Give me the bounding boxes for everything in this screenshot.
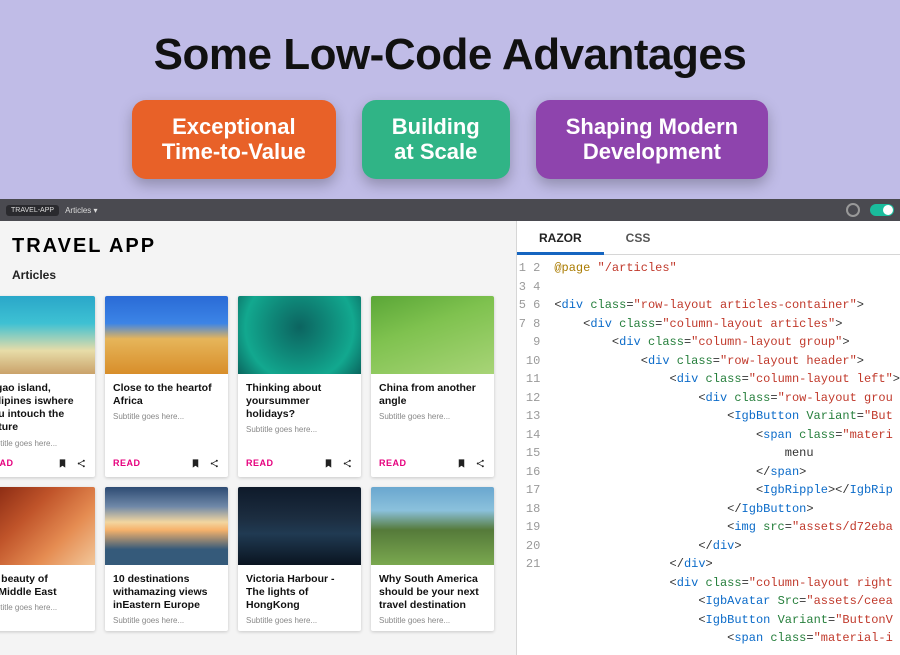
pill-line: at Scale	[392, 139, 480, 164]
bookmark-icon[interactable]	[57, 458, 68, 469]
split-panels: TRAVEL APP Articles argao island, hillip…	[0, 221, 900, 655]
card-grid: argao island, hillipines iswhere you int…	[0, 288, 516, 631]
card-subtitle: Subtitle goes here...	[246, 425, 353, 434]
pill-row: Exceptional Time-to-Value Building at Sc…	[0, 100, 900, 179]
article-card[interactable]: Why South America should be your next tr…	[371, 487, 494, 631]
card-image	[238, 296, 361, 374]
pill-time-to-value: Exceptional Time-to-Value	[132, 100, 336, 179]
bookmark-icon[interactable]	[456, 458, 467, 469]
app-badge: TRAVEL-APP	[6, 205, 59, 216]
card-image	[105, 487, 228, 565]
card-image	[105, 296, 228, 374]
card-subtitle: Subtitle goes here...	[246, 616, 353, 625]
card-subtitle: Subtitle goes here...	[0, 439, 87, 448]
article-card[interactable]: he beauty of heMiddle East Subtitle goes…	[0, 487, 95, 631]
card-subtitle: Subtitle goes here...	[113, 412, 220, 421]
code-content[interactable]: @page "/articles" <div class="row-layout…	[548, 255, 900, 655]
read-button[interactable]: READ	[246, 458, 315, 468]
pill-line: Exceptional	[162, 114, 306, 139]
tab-css[interactable]: CSS	[604, 221, 673, 254]
share-icon[interactable]	[342, 458, 353, 469]
viewport-circle-icon[interactable]	[846, 203, 860, 217]
card-image	[371, 487, 494, 565]
travel-preview-panel: TRAVEL APP Articles argao island, hillip…	[0, 221, 516, 655]
app-menu-articles[interactable]: Articles ▾	[65, 206, 97, 215]
card-title: Thinking about yoursummer holidays?	[246, 382, 353, 421]
card-image	[0, 487, 95, 565]
pill-line: Time-to-Value	[162, 139, 306, 164]
code-area[interactable]: 1 2 3 4 5 6 7 8 9 10 11 12 13 14 15 16 1…	[517, 255, 900, 655]
share-icon[interactable]	[76, 458, 87, 469]
tab-razor[interactable]: RAZOR	[517, 221, 604, 254]
card-title: argao island, hillipines iswhere you int…	[0, 382, 87, 435]
card-subtitle: Subtitle goes here...	[379, 412, 486, 421]
card-title: 10 destinations withamazing views inEast…	[113, 573, 220, 612]
line-gutter: 1 2 3 4 5 6 7 8 9 10 11 12 13 14 15 16 1…	[517, 255, 548, 655]
read-button[interactable]: READ	[0, 458, 49, 468]
article-card[interactable]: Victoria Harbour - The lights of HongKon…	[238, 487, 361, 631]
read-button[interactable]: READ	[113, 458, 182, 468]
article-card[interactable]: China from another angle Subtitle goes h…	[371, 296, 494, 477]
preview-toggle[interactable]	[870, 204, 894, 216]
card-image	[371, 296, 494, 374]
article-card[interactable]: argao island, hillipines iswhere you int…	[0, 296, 95, 477]
pill-building-scale: Building at Scale	[362, 100, 510, 179]
read-button[interactable]: READ	[379, 458, 448, 468]
card-subtitle: Subtitle goes here...	[0, 603, 87, 612]
card-title: Why South America should be your next tr…	[379, 573, 486, 612]
card-subtitle: Subtitle goes here...	[379, 616, 486, 625]
code-editor-panel: RAZOR CSS 1 2 3 4 5 6 7 8 9 10 11 12 13 …	[516, 221, 900, 655]
editor-tabs: RAZOR CSS	[517, 221, 900, 255]
card-image	[0, 296, 95, 374]
share-icon[interactable]	[209, 458, 220, 469]
share-icon[interactable]	[475, 458, 486, 469]
travel-app-title: TRAVEL APP	[12, 235, 504, 258]
page-headline: Some Low-Code Advantages	[0, 0, 900, 100]
bookmark-icon[interactable]	[323, 458, 334, 469]
article-card[interactable]: 10 destinations withamazing views inEast…	[105, 487, 228, 631]
article-card[interactable]: Close to the heartof Africa Subtitle goe…	[105, 296, 228, 477]
article-card[interactable]: Thinking about yoursummer holidays? Subt…	[238, 296, 361, 477]
card-title: he beauty of heMiddle East	[0, 573, 87, 599]
pill-line: Development	[566, 139, 738, 164]
bookmark-icon[interactable]	[190, 458, 201, 469]
card-title: China from another angle	[379, 382, 486, 408]
pill-line: Building	[392, 114, 480, 139]
pill-shaping-dev: Shaping Modern Development	[536, 100, 768, 179]
pill-line: Shaping Modern	[566, 114, 738, 139]
card-subtitle: Subtitle goes here...	[113, 616, 220, 625]
card-title: Close to the heartof Africa	[113, 382, 220, 408]
card-image	[238, 487, 361, 565]
card-title: Victoria Harbour - The lights of HongKon…	[246, 573, 353, 612]
designer-app-bar: TRAVEL-APP Articles ▾	[0, 199, 900, 221]
travel-section-heading: Articles	[12, 268, 504, 282]
